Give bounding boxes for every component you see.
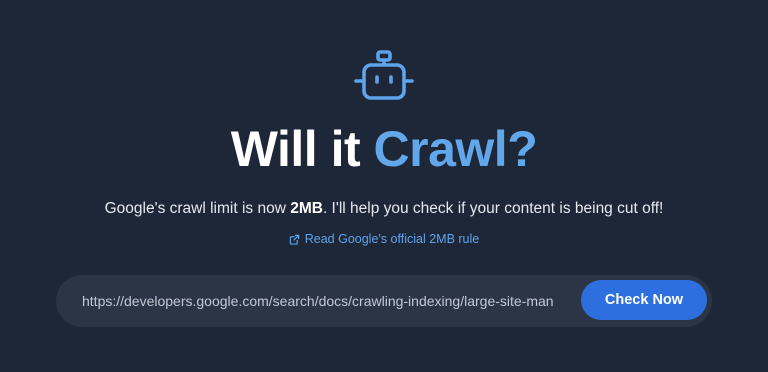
page: Will it Crawl? Google's crawl limit is n… xyxy=(0,0,768,372)
subtitle-pre: Google's crawl limit is now xyxy=(104,200,291,217)
page-title: Will it Crawl? xyxy=(0,124,768,174)
robot-icon xyxy=(354,50,414,100)
subtitle: Google's crawl limit is now 2MB. I'll he… xyxy=(0,200,768,218)
title-main: Will it xyxy=(230,121,374,177)
subtitle-post: . I'll help you check if your content is… xyxy=(322,200,664,217)
external-link-icon xyxy=(289,234,299,245)
title-accent: Crawl? xyxy=(373,121,538,177)
check-now-button[interactable]: Check Now xyxy=(581,280,707,320)
official-rule-link-label: Read Google's official 2MB rule xyxy=(304,232,480,246)
url-check-form: Check Now xyxy=(56,275,712,327)
subtitle-limit: 2MB xyxy=(290,200,323,217)
official-rule-link[interactable]: Read Google's official 2MB rule xyxy=(0,232,768,246)
url-input[interactable] xyxy=(82,275,554,327)
